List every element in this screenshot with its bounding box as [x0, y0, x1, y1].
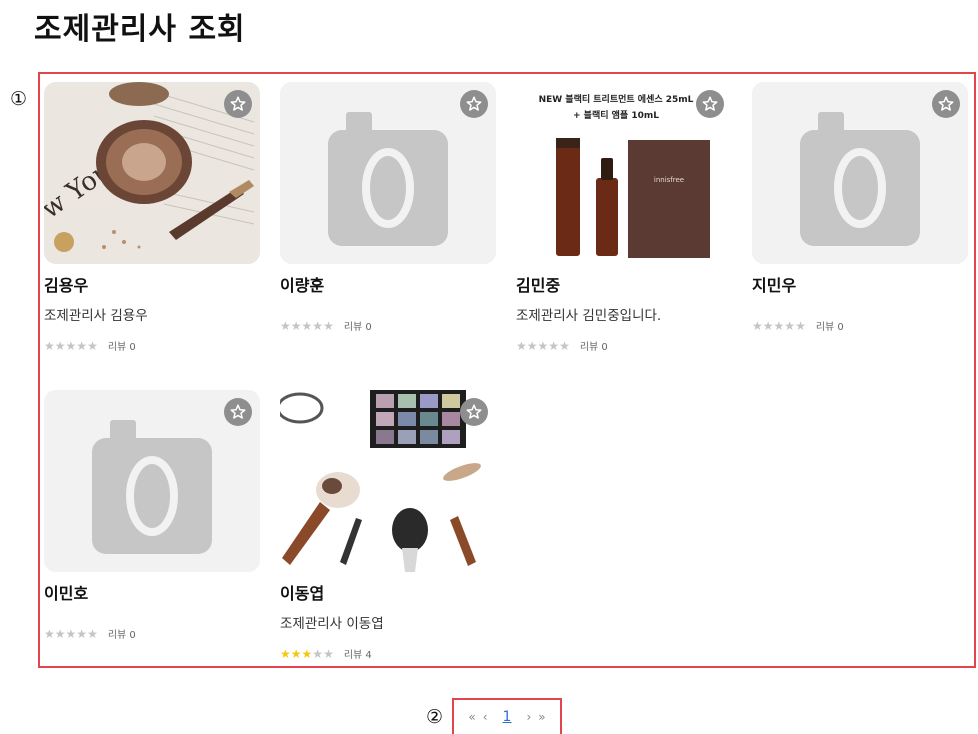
card-thumbnail[interactable]: NEW 블랙티 트리트먼트 에센스 25mL + 블랙티 앰플 10mL inn… [516, 82, 732, 264]
rating-stars: ★ ★ ★ ★ ★ [44, 340, 98, 352]
review-count: 리뷰 4 [343, 650, 372, 661]
page-title: 조제관리사 조회 [34, 12, 246, 47]
rating-star-icon: ★ [323, 318, 334, 333]
card-thumbnail[interactable]: w Your Wo [44, 82, 260, 264]
card-name[interactable]: 김민중 [516, 272, 560, 296]
rating-stars: ★ ★ ★ ★ ★ [280, 320, 334, 332]
rating-star-icon: ★ [752, 318, 763, 333]
review-count: 리뷰 0 [343, 322, 372, 333]
card-thumbnail[interactable] [752, 82, 968, 264]
rating-star-icon: ★ [65, 626, 77, 641]
rating-stars: ★ ★ ★ ★ ★ [44, 628, 98, 640]
rating-star-icon: ★ [280, 318, 291, 333]
rating-stars: ★ ★ ★ ★ ★ [752, 320, 806, 332]
favorite-star-icon[interactable] [224, 90, 252, 118]
review-count: 리뷰 0 [107, 342, 136, 353]
card-name[interactable]: 지민우 [752, 272, 796, 296]
annotation-marker-1: ① [10, 88, 28, 110]
rating-star-icon: ★ [290, 646, 302, 661]
svg-text:+ 블랙티 앰플 10mL: + 블랙티 앰플 10mL [573, 109, 659, 121]
first-page-link[interactable]: « [468, 710, 475, 724]
svg-text:NEW 블랙티 트리트먼트 에센스 25mL: NEW 블랙티 트리트먼트 에센스 25mL [539, 93, 694, 105]
rating-star-icon: ★ [76, 626, 88, 641]
current-page-link[interactable]: 1 [503, 709, 512, 725]
rating-star-icon: ★ [323, 646, 334, 661]
favorite-star-icon[interactable] [224, 398, 252, 426]
rating-stars: ★ ★ ★ ★ ★ [280, 648, 334, 660]
rating-star-icon: ★ [301, 318, 313, 333]
rating-star-icon: ★ [44, 626, 55, 641]
rating-star-icon: ★ [559, 338, 570, 353]
rating-star-icon: ★ [65, 338, 77, 353]
prev-page-link[interactable]: ‹ [483, 710, 488, 724]
rating-star-icon: ★ [526, 338, 538, 353]
rating-star-icon: ★ [54, 338, 66, 353]
card-rating: ★ ★ ★ ★ ★ 리뷰 0 [280, 318, 372, 334]
rating-star-icon: ★ [784, 318, 796, 333]
favorite-star-icon[interactable] [460, 398, 488, 426]
rating-star-icon: ★ [87, 626, 98, 641]
favorite-star-icon[interactable] [460, 90, 488, 118]
rating-star-icon: ★ [537, 338, 549, 353]
card-rating: ★ ★ ★ ★ ★ 리뷰 0 [752, 318, 844, 334]
rating-star-icon: ★ [280, 646, 291, 661]
rating-star-icon: ★ [773, 318, 785, 333]
rating-star-icon: ★ [44, 338, 55, 353]
pharmacist-card-grid: w Your Wo 김용우 조제관리사 김용우 ★★★★★ 리뷰 0 [38, 72, 976, 668]
favorite-star-icon[interactable] [932, 90, 960, 118]
rating-star-icon: ★ [795, 318, 806, 333]
rating-star-icon: ★ [290, 318, 302, 333]
rating-star-icon: ★ [301, 646, 313, 661]
card-rating: ★ ★ ★ ★ ★ 리뷰 0 [44, 626, 136, 642]
card-name[interactable]: 이량훈 [280, 272, 324, 296]
rating-star-icon: ★ [762, 318, 774, 333]
last-page-link[interactable]: » [538, 710, 545, 724]
rating-star-icon: ★ [87, 338, 98, 353]
rating-star-icon: ★ [312, 318, 324, 333]
pagination: « ‹ 1 › » [452, 698, 562, 734]
card-description: 조제관리사 김용우 [44, 308, 148, 324]
favorite-star-icon[interactable] [696, 90, 724, 118]
rating-star-icon: ★ [312, 646, 324, 661]
review-count: 리뷰 0 [579, 342, 608, 353]
card-rating: ★ ★ ★ ★ ★ 리뷰 0 [516, 338, 608, 354]
next-page-link[interactable]: › [526, 710, 531, 724]
card-name[interactable]: 김용우 [44, 272, 88, 296]
rating-star-icon: ★ [516, 338, 527, 353]
card-thumbnail[interactable] [44, 390, 260, 572]
card-thumbnail[interactable] [280, 82, 496, 264]
review-count: 리뷰 0 [815, 322, 844, 333]
rating-star-icon: ★ [54, 626, 66, 641]
rating-star-icon: ★ [548, 338, 560, 353]
card-thumbnail[interactable] [280, 390, 496, 572]
card-name[interactable]: 이민호 [44, 580, 88, 604]
card-name[interactable]: 이동엽 [280, 580, 324, 604]
card-rating: ★ ★ ★ ★ ★ 리뷰 0 [44, 338, 136, 354]
card-description: 조제관리사 김민중입니다. [516, 308, 662, 324]
review-count: 리뷰 0 [107, 630, 136, 641]
rating-stars: ★ ★ ★ ★ ★ [516, 340, 570, 352]
card-rating: ★ ★ ★ ★ ★ 리뷰 4 [280, 646, 372, 662]
svg-text:innisfree: innisfree [654, 176, 684, 184]
card-description: 조제관리사 이동엽 [280, 616, 384, 632]
annotation-marker-2: ② [426, 706, 444, 728]
rating-star-icon: ★ [76, 338, 88, 353]
